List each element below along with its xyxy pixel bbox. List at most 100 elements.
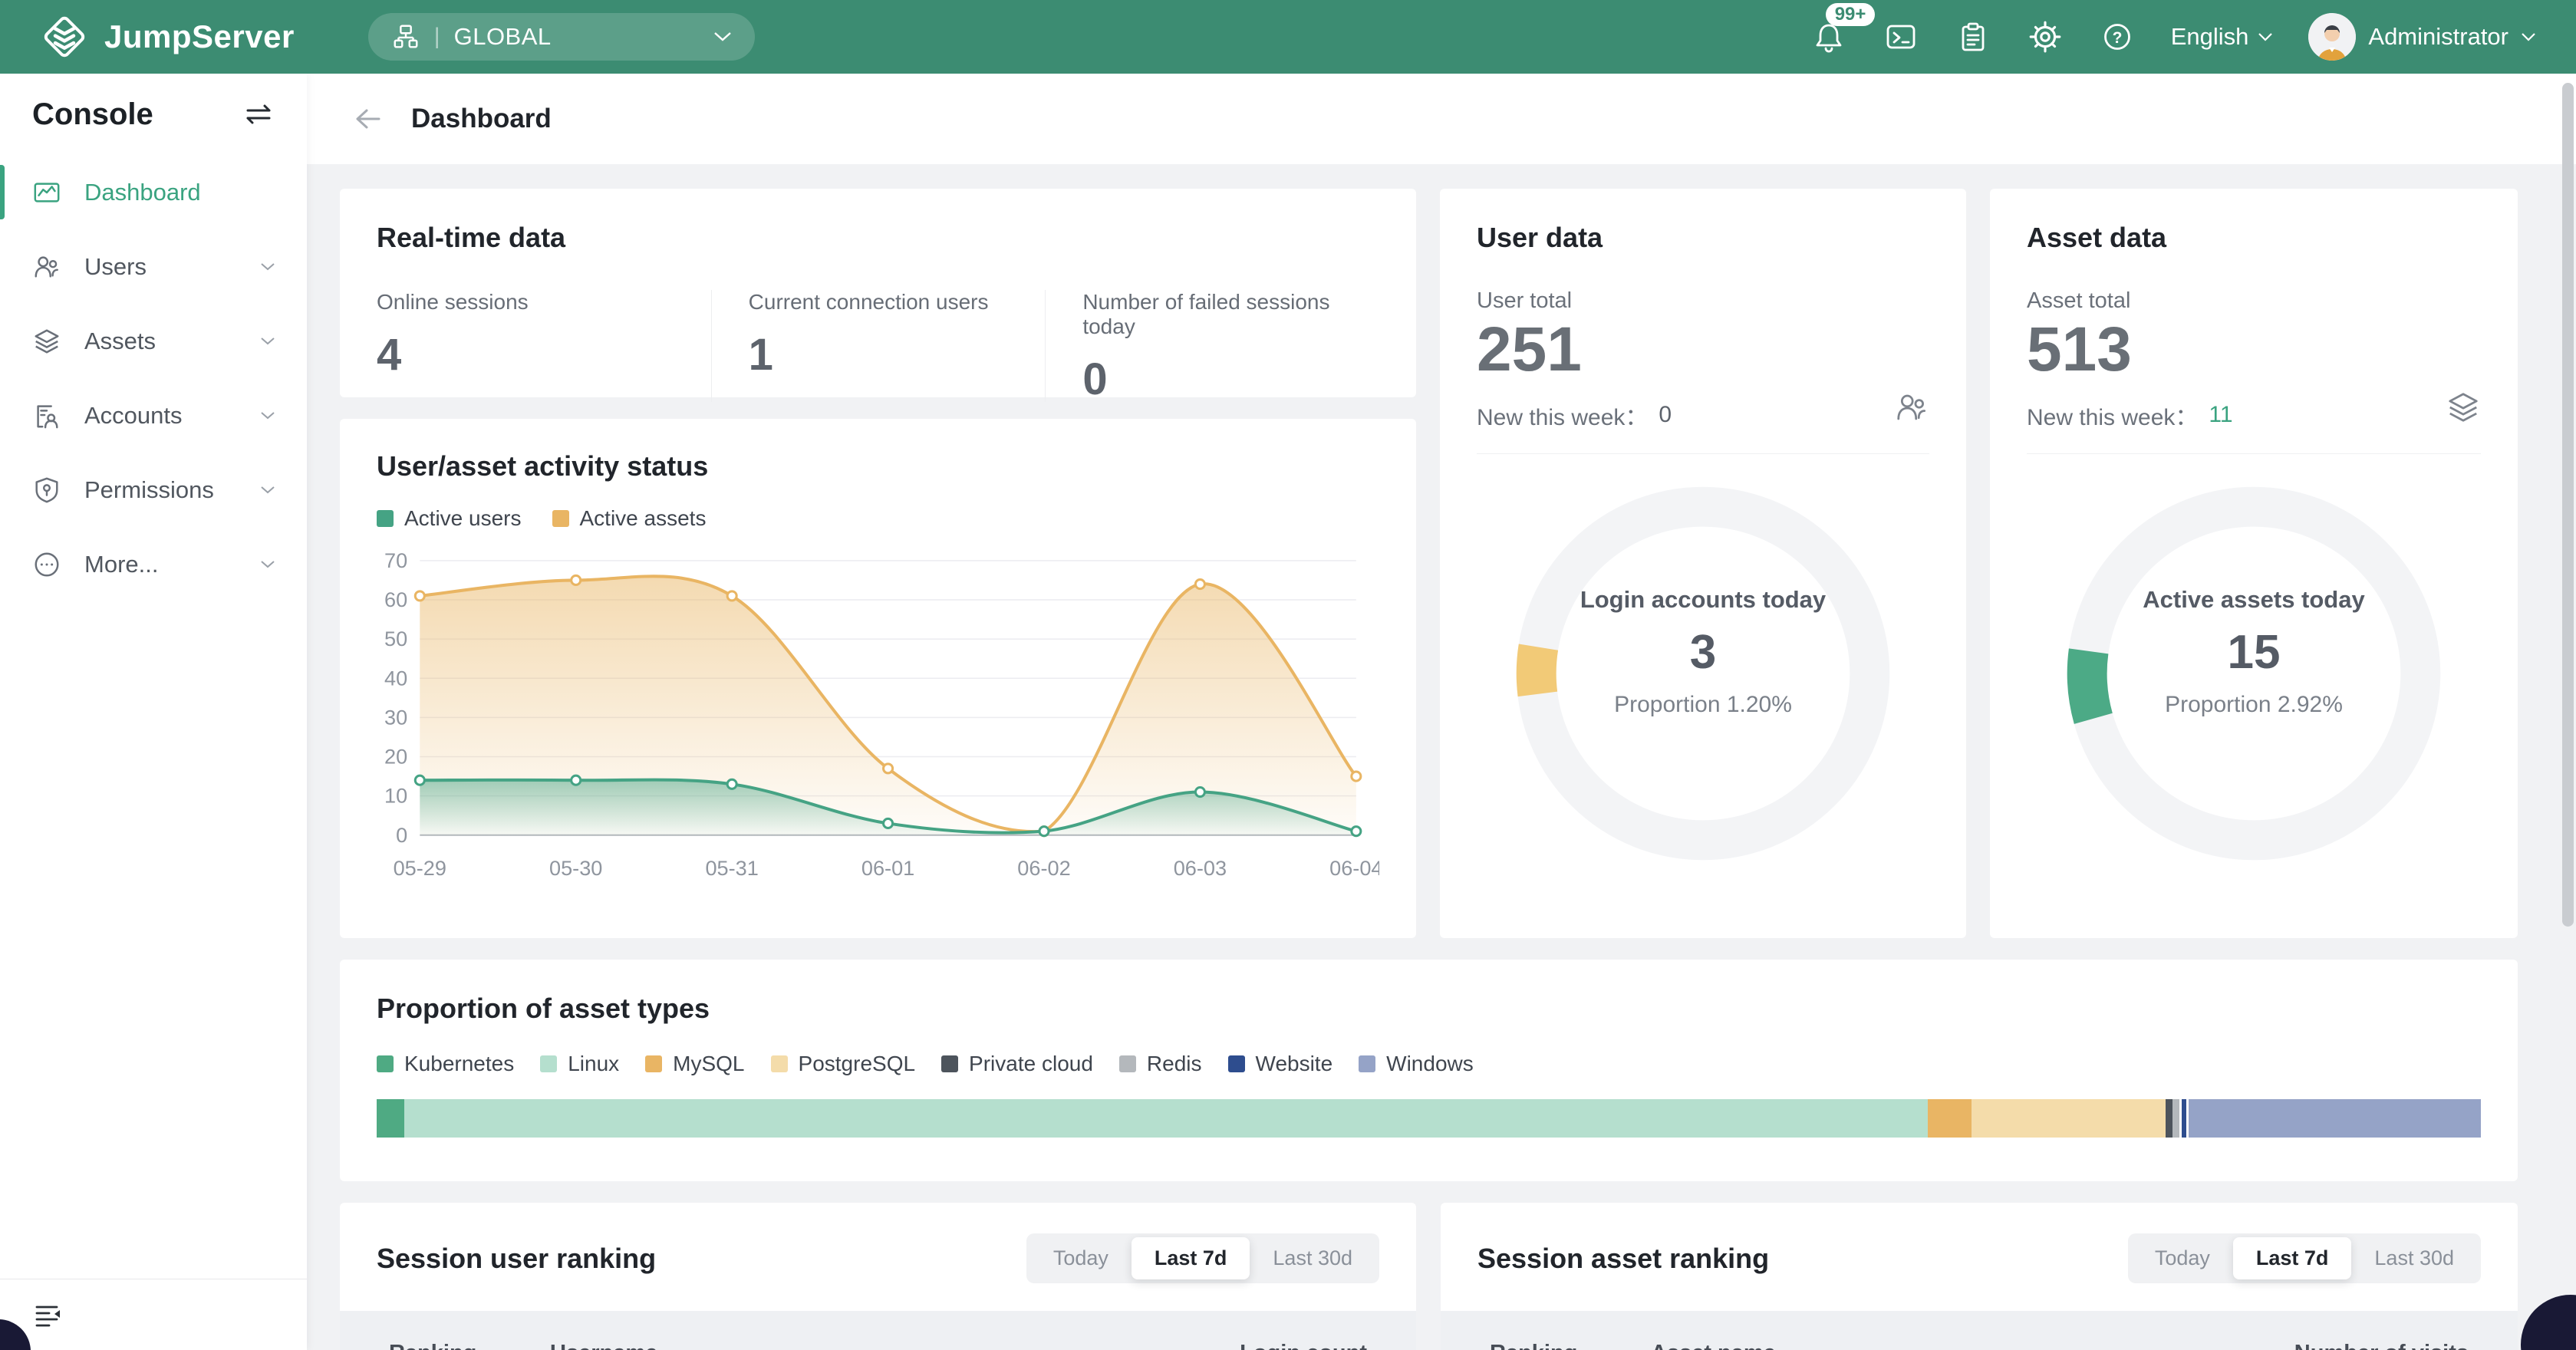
- donut-value: 15: [2228, 629, 2281, 677]
- chevron-down-icon: [713, 31, 732, 42]
- main: Dashboard Real-time data Online sessions…: [307, 74, 2576, 1350]
- avatar: [2308, 13, 2356, 61]
- legend-label: Private cloud: [969, 1052, 1093, 1076]
- filter-last30d-button[interactable]: Last 30d: [1250, 1237, 1375, 1279]
- notifications-button[interactable]: 99+: [1810, 18, 1847, 55]
- filter-today-button[interactable]: Today: [1030, 1237, 1132, 1279]
- language-label: English: [2171, 23, 2249, 51]
- legend-item-windows[interactable]: Windows: [1359, 1052, 1474, 1076]
- clipboard-icon: [1956, 20, 1990, 54]
- time-range-toggle: Today Last 7d Last 30d: [1026, 1233, 1379, 1283]
- sidebar-item-more[interactable]: More...: [0, 527, 307, 601]
- sidebar-item-label: Assets: [84, 328, 156, 355]
- legend-chip: [377, 510, 394, 527]
- session-user-ranking-card: Session user ranking Today Last 7d Last …: [340, 1203, 1416, 1350]
- sidebar-item-users[interactable]: Users: [0, 229, 307, 304]
- card-title: User data: [1477, 221, 1929, 255]
- id-card-icon: [32, 401, 61, 430]
- chevron-down-icon: [261, 338, 275, 345]
- svg-text:05-31: 05-31: [705, 856, 758, 880]
- jumpserver-console: JumpServer | GLOBAL 99+: [0, 0, 2576, 1350]
- brand[interactable]: JumpServer: [40, 12, 295, 61]
- filter-last7d-button[interactable]: Last 7d: [2233, 1237, 2352, 1279]
- sidebar-item-assets[interactable]: Assets: [0, 304, 307, 378]
- column-login-count: Login count: [1240, 1341, 1367, 1350]
- legend-item-linux[interactable]: Linux: [540, 1052, 619, 1076]
- svg-text:06-02: 06-02: [1017, 856, 1070, 880]
- svg-text:?: ?: [2112, 29, 2122, 47]
- legend-chip: [377, 1055, 394, 1072]
- vertical-scrollbar[interactable]: [2562, 83, 2574, 927]
- dashboard-content: Real-time data Online sessions 4 Current…: [307, 164, 2576, 1350]
- asset-total-value: 513: [2027, 318, 2481, 381]
- back-button[interactable]: [351, 107, 382, 131]
- login-accounts-donut: Login accounts today 3 Proportion 1.20%: [1511, 482, 1895, 865]
- legend-label: Windows: [1386, 1052, 1474, 1076]
- filter-today-button[interactable]: Today: [2132, 1237, 2233, 1279]
- sidebar-item-dashboard[interactable]: Dashboard: [0, 155, 307, 229]
- legend-item-kubernetes[interactable]: Kubernetes: [377, 1052, 514, 1076]
- topbar: JumpServer | GLOBAL 99+: [0, 0, 2576, 74]
- session-asset-ranking-card: Session asset ranking Today Last 7d Last…: [1441, 1203, 2518, 1350]
- chevron-down-icon: [261, 561, 275, 568]
- filter-last7d-button[interactable]: Last 7d: [1132, 1237, 1250, 1279]
- legend-label: Website: [1256, 1052, 1333, 1076]
- users-icon: [32, 252, 61, 282]
- legend-chip: [941, 1055, 958, 1072]
- divider: [1477, 453, 1929, 454]
- org-tree-icon: [391, 22, 420, 51]
- bar-segment-private-cloud: [2166, 1099, 2172, 1138]
- svg-text:20: 20: [384, 745, 407, 769]
- card-title: Proportion of asset types: [377, 992, 2481, 1026]
- filter-last30d-button[interactable]: Last 30d: [2351, 1237, 2477, 1279]
- activity-legend: Active users Active assets: [377, 506, 1379, 531]
- legend-label: PostgreSQL: [799, 1052, 916, 1076]
- org-selector[interactable]: | GLOBAL: [368, 13, 755, 61]
- page-title: Dashboard: [411, 104, 552, 134]
- sidebar-menu: Dashboard Users: [0, 155, 307, 601]
- legend-item-redis[interactable]: Redis: [1119, 1052, 1202, 1076]
- legend-chip: [552, 510, 569, 527]
- web-terminal-button[interactable]: [1883, 18, 1919, 55]
- donut-subtitle: Proportion 2.92%: [2165, 692, 2343, 718]
- sidebar-item-accounts[interactable]: Accounts: [0, 378, 307, 453]
- legend-item-postgresql[interactable]: PostgreSQL: [771, 1052, 916, 1076]
- brand-name: JumpServer: [104, 18, 295, 55]
- card-title: User/asset activity status: [377, 449, 1379, 483]
- svg-text:05-30: 05-30: [549, 856, 602, 880]
- column-username: Username: [550, 1341, 1240, 1350]
- svg-text:30: 30: [384, 705, 407, 729]
- asset-types-legend: Kubernetes Linux MySQL PostgreSQL Private cl…: [377, 1052, 2481, 1076]
- card-title: Real-time data: [377, 221, 1379, 255]
- user-menu[interactable]: Administrator: [2308, 13, 2536, 61]
- legend-item-website[interactable]: Website: [1228, 1052, 1333, 1076]
- audit-log-button[interactable]: [1955, 18, 1991, 55]
- bar-segment-postgresql: [1972, 1099, 2165, 1138]
- column-number-of-visits: Number of visits: [2294, 1341, 2469, 1350]
- legend-chip: [1359, 1055, 1375, 1072]
- chevron-down-icon: [2258, 32, 2273, 41]
- svg-text:50: 50: [384, 627, 407, 650]
- column-ranking: Ranking: [1490, 1341, 1651, 1350]
- legend-item-private-cloud[interactable]: Private cloud: [941, 1052, 1093, 1076]
- settings-button[interactable]: [2027, 18, 2064, 55]
- org-label: GLOBAL: [454, 23, 552, 51]
- sidebar-item-permissions[interactable]: Permissions: [0, 453, 307, 527]
- sidebar-item-label: Users: [84, 253, 147, 281]
- legend-label: Linux: [568, 1052, 619, 1076]
- legend-item-active-users[interactable]: Active users: [377, 506, 522, 531]
- legend-item-active-assets[interactable]: Active assets: [552, 506, 707, 531]
- language-selector[interactable]: English: [2171, 23, 2274, 51]
- sidebar-item-label: Dashboard: [84, 179, 201, 206]
- stat-online-sessions: Online sessions 4: [377, 290, 711, 402]
- collapse-sidebar-icon[interactable]: [32, 1302, 63, 1328]
- help-button[interactable]: ?: [2099, 18, 2136, 55]
- svg-text:40: 40: [384, 666, 407, 690]
- svg-text:70: 70: [384, 548, 407, 572]
- view-switch-icon[interactable]: [242, 103, 275, 126]
- legend-item-mysql[interactable]: MySQL: [645, 1052, 744, 1076]
- legend-label: Active users: [404, 506, 522, 531]
- sidebar-item-label: More...: [84, 551, 158, 578]
- sidebar-item-label: Permissions: [84, 476, 214, 504]
- donut-title: Active assets today: [2143, 586, 2364, 614]
